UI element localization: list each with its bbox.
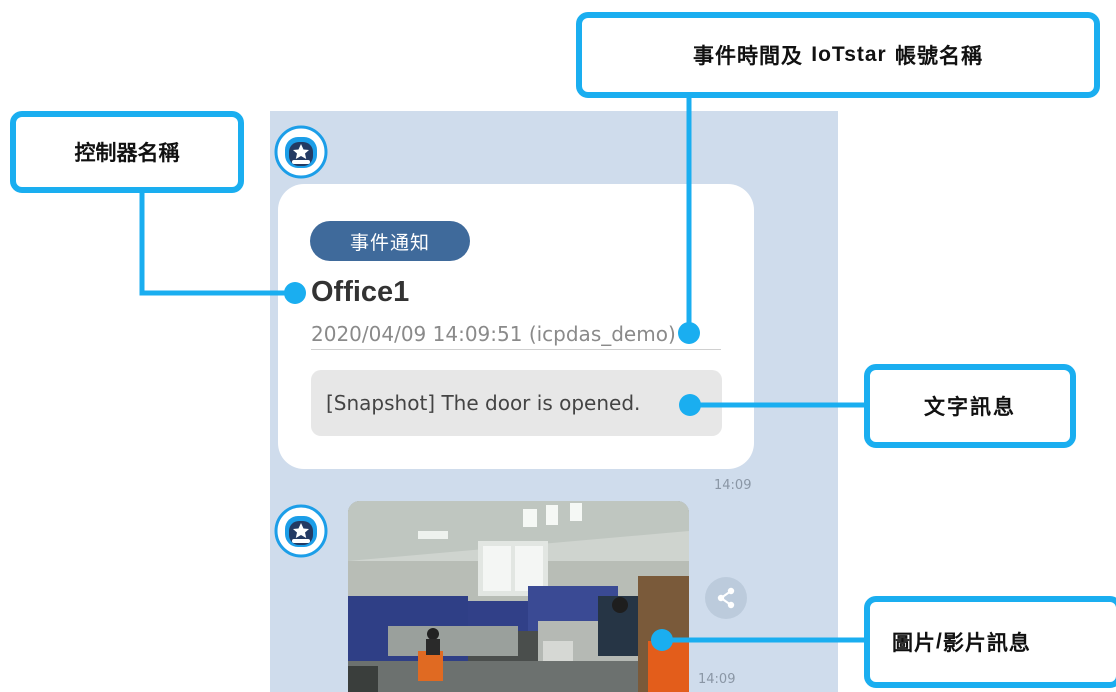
event-timestamp-account: 2020/04/09 14:09:51 (icpdas_demo) — [311, 322, 676, 346]
bot-avatar-icon[interactable] — [273, 124, 329, 180]
controller-name: Office1 — [311, 276, 410, 308]
event-notice-badge: 事件通知 — [310, 221, 470, 261]
callout-event-time-suffix: 帳號名稱 — [886, 43, 984, 68]
callout-text-message-text: 文字訊息 — [924, 394, 1016, 419]
bot-avatar-icon[interactable] — [273, 503, 329, 559]
callout-controller-name: 控制器名稱 — [10, 111, 244, 193]
message-time: 14:09 — [698, 672, 736, 687]
callout-media-suffix: 影片訊息 — [942, 630, 1031, 655]
callout-event-time-prefix: 事件時間及 — [692, 43, 812, 68]
callout-media-prefix: 圖片 — [892, 630, 936, 655]
callout-controller-text: 控制器名稱 — [74, 140, 180, 165]
snapshot-image[interactable] — [348, 501, 689, 692]
callout-media-slash: / — [936, 630, 943, 653]
message-time: 14:09 — [714, 478, 752, 493]
text-message: [Snapshot] The door is opened. — [326, 391, 641, 415]
share-button[interactable] — [705, 577, 747, 619]
card-divider — [311, 349, 721, 350]
text-message-box: [Snapshot] The door is opened. — [311, 370, 722, 436]
callout-event-time-brand: IoTstar — [811, 43, 887, 66]
callout-media-message: 圖片 / 影片訊息 — [864, 596, 1116, 688]
callout-event-time-account: 事件時間及 IoTstar 帳號名稱 — [576, 12, 1100, 98]
callout-text-message: 文字訊息 — [864, 364, 1076, 448]
